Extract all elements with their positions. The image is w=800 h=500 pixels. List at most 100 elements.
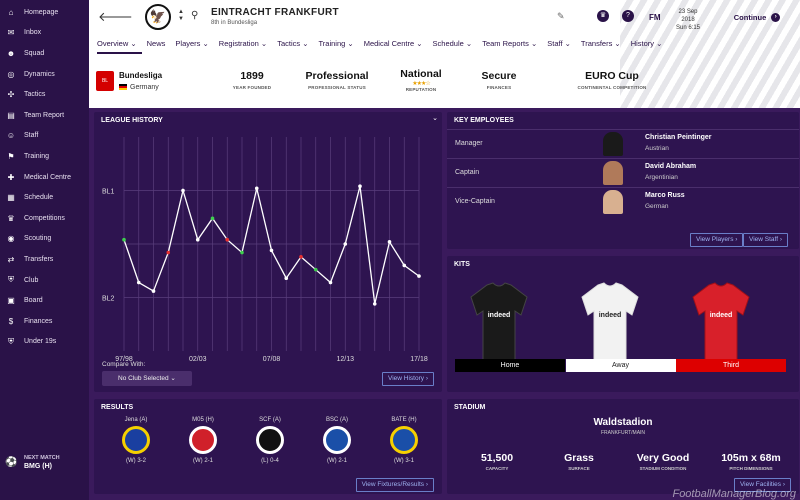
sidebar-item-finances[interactable]: $ Finances: [0, 311, 89, 332]
tab-tactics[interactable]: Tactics ⌄: [277, 38, 313, 54]
employee-name[interactable]: David Abraham: [645, 163, 696, 170]
chevron-down-icon: ⌄: [562, 39, 571, 48]
kits-title: KITS: [454, 261, 470, 268]
data-point: [372, 302, 377, 306]
away-kit-label[interactable]: Away: [565, 359, 676, 372]
team-badge-icon: [256, 426, 284, 454]
employee-role: Manager: [455, 140, 483, 147]
result-item[interactable]: SCF (A) (L) 0-4: [240, 417, 300, 464]
transfers-icon: ⇄: [7, 254, 15, 264]
data-point: [417, 274, 421, 278]
continue-button[interactable]: Continue ›: [714, 3, 800, 31]
employee-name[interactable]: Christian Peintinger: [645, 134, 712, 141]
back-arrow-icon[interactable]: 🡐: [98, 9, 133, 25]
result-item[interactable]: M05 (H) (W) 2-1: [173, 417, 233, 464]
tab-overview[interactable]: Overview ⌄: [97, 38, 142, 54]
continental-competition: EURO Cup CONTINENTAL COMPETITION: [557, 70, 667, 90]
tab-staff[interactable]: Staff ⌄: [547, 38, 576, 54]
results-title: RESULTS: [101, 404, 134, 411]
employee-nationality: German: [645, 203, 669, 210]
club-switch-arrows-icon[interactable]: ▲ ▼: [178, 9, 184, 23]
result-item[interactable]: BSC (A) (W) 2-1: [307, 417, 367, 464]
scouting-icon: ◉: [7, 234, 15, 244]
chevron-down-icon: ⌄: [463, 39, 473, 48]
away-kit-shirt[interactable]: indeed: [580, 281, 640, 363]
sidebar-item-schedule[interactable]: ▦ Schedule: [0, 187, 89, 208]
edit-icon[interactable]: ✎: [557, 11, 565, 22]
employee-row[interactable]: Manager Christian Peintinger Austrian: [447, 129, 799, 157]
sidebar-item-scouting[interactable]: ◉ Scouting: [0, 229, 89, 250]
reputation: National ★★★☆ REPUTATION: [381, 68, 461, 92]
sidebar-item-team-report[interactable]: ▤ Team Report: [0, 105, 89, 126]
sidebar-item-training[interactable]: ⚑ Training: [0, 146, 89, 167]
club-crest[interactable]: 🦅: [145, 4, 171, 30]
home-kit-label[interactable]: Home: [455, 359, 565, 372]
result-score: (W) 3-2: [126, 458, 146, 464]
tab-medical-centre[interactable]: Medical Centre ⌄: [364, 38, 428, 54]
result-item[interactable]: BATE (H) (W) 3-1: [374, 417, 434, 464]
stadium-condition: Very Good STADIUM CONDITION: [623, 452, 703, 471]
league-name[interactable]: Bundesliga: [119, 71, 162, 80]
tab-team-reports[interactable]: Team Reports ⌄: [482, 38, 542, 54]
third-kit-shirt[interactable]: indeed: [691, 281, 751, 363]
tab-registration[interactable]: Registration ⌄: [219, 38, 272, 54]
home-kit-shirt[interactable]: indeed: [469, 281, 529, 363]
tab-players[interactable]: Players ⌄: [175, 38, 213, 54]
tab-news[interactable]: News: [147, 38, 171, 54]
team-badge-icon: [189, 426, 217, 454]
stadium-panel: STADIUM Waldstadion FRANKFURT/MAIN 51,50…: [447, 399, 799, 494]
third-kit-label[interactable]: Third: [676, 359, 786, 372]
chevron-down-icon[interactable]: ⌄: [432, 114, 438, 122]
tab-label: History: [630, 39, 655, 48]
tab-history[interactable]: History ⌄: [631, 38, 668, 54]
view-staff-button[interactable]: View Staff ›: [743, 233, 789, 247]
view-fixtures-button[interactable]: View Fixtures/Results ›: [355, 478, 434, 492]
sidebar-item-board[interactable]: ▣ Board: [0, 290, 89, 311]
result-team: M05 (H): [192, 417, 214, 423]
tab-schedule[interactable]: Schedule ⌄: [433, 38, 478, 54]
sidebar-item-tactics[interactable]: ✣ Tactics: [0, 84, 89, 105]
sidebar-item-homepage[interactable]: ⌂ Homepage: [0, 2, 89, 23]
compare-select[interactable]: No Club Selected ⌄: [102, 371, 192, 386]
tab-transfers[interactable]: Transfers ⌄: [581, 38, 626, 54]
sidebar-item-under-19s[interactable]: ⛨ Under 19s: [0, 332, 89, 353]
employee-name[interactable]: Marco Russ: [645, 192, 685, 199]
sidebar-item-staff[interactable]: ☺ Staff: [0, 126, 89, 147]
employee-row[interactable]: Vice-Captain Marco Russ German: [447, 187, 799, 215]
sidebar-item-transfers[interactable]: ⇄ Transfers: [0, 249, 89, 270]
sidebar-item-dynamics[interactable]: ◎ Dynamics: [0, 64, 89, 85]
tab-label: Registration: [218, 39, 259, 48]
search-icon[interactable]: ⚲: [191, 10, 198, 21]
view-staff-label: View Staff: [749, 236, 779, 243]
professional-status: Professional PROFESSIONAL STATUS: [287, 70, 387, 90]
data-point: [387, 240, 392, 244]
sidebar-item-competitions[interactable]: ♛ Competitions: [0, 208, 89, 229]
sidebar-item-label: Board: [24, 297, 43, 305]
schedule-icon: ▦: [7, 193, 15, 203]
view-players-button[interactable]: View Players ›: [690, 233, 744, 247]
pitch-dimensions: 105m x 68m PITCH DIMENSIONS: [707, 452, 795, 471]
x-tick-label: 17/18: [410, 356, 428, 363]
sidebar-item-medical-centre[interactable]: ✚ Medical Centre: [0, 167, 89, 188]
tab-training[interactable]: Training ⌄: [319, 38, 359, 54]
view-history-button[interactable]: View History ›: [382, 372, 434, 386]
tab-label: News: [146, 39, 166, 48]
germany-flag-icon: [119, 84, 127, 91]
help-icon[interactable]: ?: [622, 10, 634, 22]
next-match[interactable]: ⚽ NEXT MATCH BMG (H): [0, 455, 89, 470]
bundesliga-logo[interactable]: BL: [96, 71, 114, 91]
result-item[interactable]: Jena (A) (W) 3-2: [106, 417, 166, 464]
watermark: FootballManagerBlog.org: [672, 488, 796, 500]
data-point: [313, 267, 318, 272]
sidebar-item-label: Dynamics: [24, 70, 55, 78]
data-point: [166, 250, 171, 255]
manager-initials[interactable]: FM: [649, 13, 661, 22]
sidebar-item-inbox[interactable]: ✉ Inbox: [0, 23, 89, 44]
main-area: 🡐 🦅 ▲ ▼ ⚲ EINTRACHT FRANKFURT 8th in Bund…: [89, 0, 800, 500]
sidebar-item-squad[interactable]: ☻ Squad: [0, 43, 89, 64]
trophy-icon[interactable]: ♛: [597, 10, 609, 22]
view-players-label: View Players: [696, 236, 734, 243]
employee-row[interactable]: Captain David Abraham Argentinian: [447, 158, 799, 186]
sidebar-item-club[interactable]: ⛨ Club: [0, 270, 89, 291]
next-match-value: BMG (H): [24, 463, 52, 470]
